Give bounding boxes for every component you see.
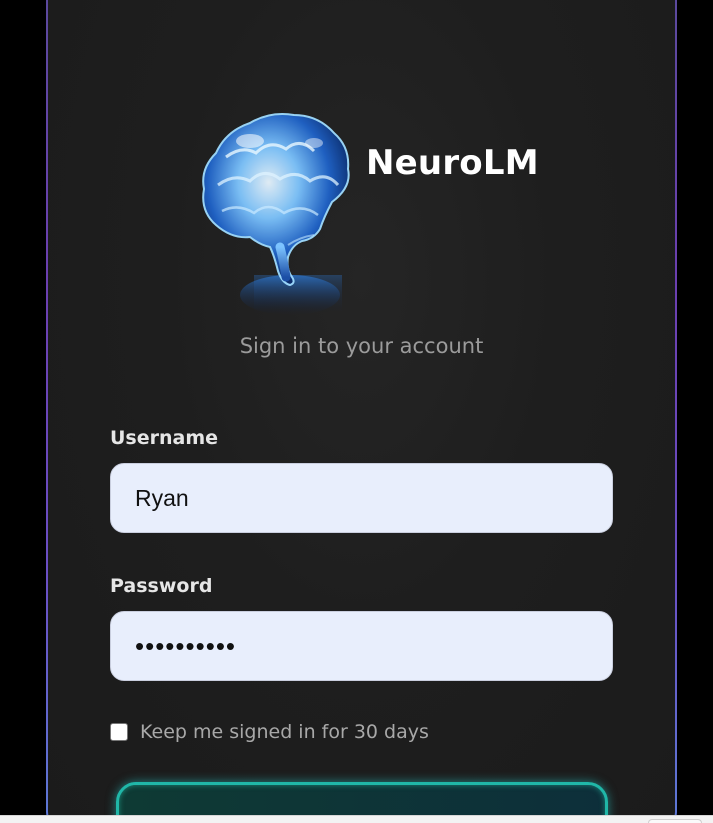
- login-card: NeuroLM Sign in to your account Username…: [48, 0, 675, 823]
- remember-label: Keep me signed in for 30 days: [140, 721, 429, 743]
- brain-icon: [202, 113, 350, 315]
- brand: NeuroLM: [192, 107, 539, 317]
- remember-me[interactable]: Keep me signed in for 30 days: [110, 721, 429, 743]
- username-label: Username: [110, 427, 219, 449]
- brand-name: NeuroLM: [366, 143, 539, 183]
- password-field[interactable]: [110, 611, 613, 681]
- login-page: NeuroLM Sign in to your account Username…: [0, 0, 713, 823]
- browser-bottom-tab[interactable]: [648, 819, 702, 823]
- password-label: Password: [110, 575, 213, 597]
- username-field[interactable]: [110, 463, 613, 533]
- browser-bottom-bar: [0, 815, 713, 823]
- login-card-frame: NeuroLM Sign in to your account Username…: [46, 0, 677, 823]
- page-subtitle: Sign in to your account: [239, 334, 484, 358]
- remember-checkbox[interactable]: [110, 723, 128, 741]
